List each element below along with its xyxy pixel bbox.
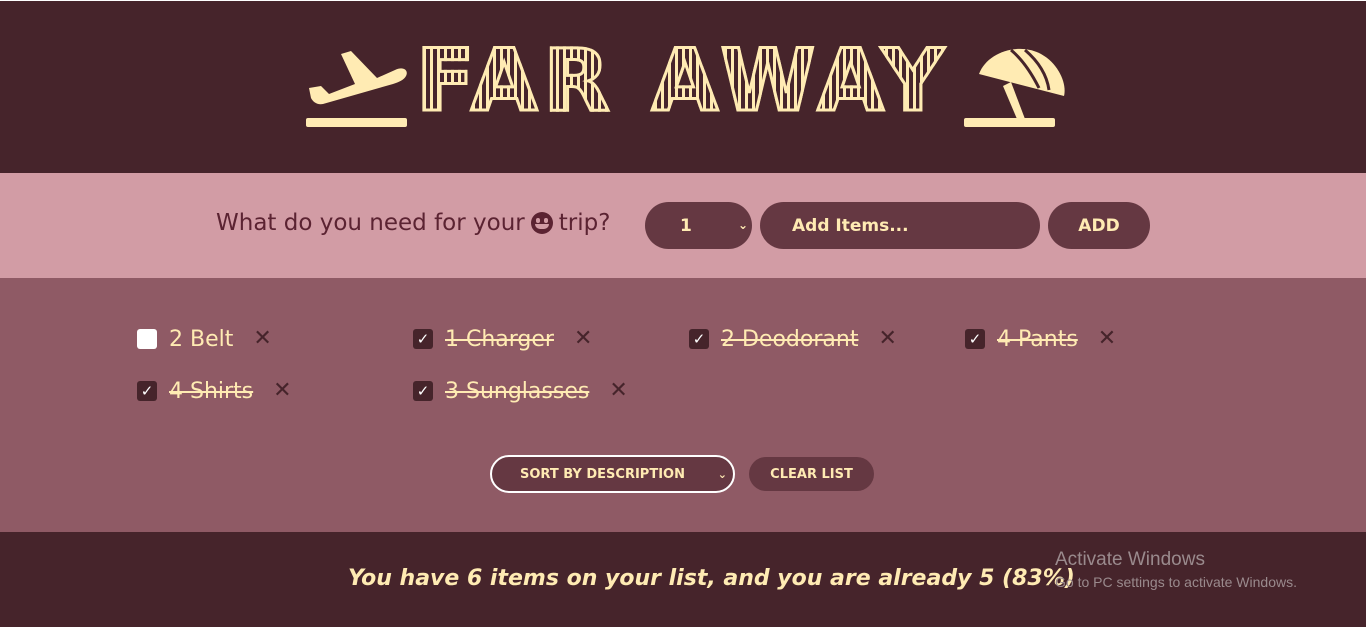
item-label: 2 Belt bbox=[169, 326, 234, 352]
question-text: What do you need for your bbox=[216, 210, 525, 236]
delete-icon[interactable]: ✕ bbox=[1098, 328, 1116, 350]
quantity-select[interactable]: 1 ⌄ bbox=[645, 202, 752, 249]
packing-list bbox=[0, 278, 1366, 532]
title-text: FAR AWAY bbox=[415, 30, 950, 131]
chevron-down-icon: ⌄ bbox=[717, 468, 727, 481]
item-checkbox[interactable]: ✓ bbox=[413, 381, 433, 401]
item-checkbox[interactable]: ✓ bbox=[137, 381, 157, 401]
chevron-down-icon: ⌄ bbox=[737, 218, 748, 232]
quantity-value: 1 bbox=[680, 215, 692, 236]
form-question: What do you need for your trip? bbox=[216, 210, 610, 236]
beach-umbrella-icon bbox=[964, 48, 1065, 127]
list-item: ✓ 1 Charger ✕ bbox=[413, 326, 592, 352]
app-title: FAR AWAY bbox=[0, 0, 1366, 173]
item-label: 3 Sunglasses bbox=[445, 378, 590, 404]
item-label: 1 Charger bbox=[445, 326, 554, 352]
delete-icon[interactable]: ✕ bbox=[253, 328, 271, 350]
airplane-departure-icon bbox=[306, 51, 407, 127]
activate-subtitle: Go to PC settings to activate Windows. bbox=[1055, 574, 1297, 590]
item-label: 2 Deodorant bbox=[721, 326, 859, 352]
sort-value: SORT BY DESCRIPTION bbox=[520, 466, 685, 482]
activate-title: Activate Windows bbox=[1055, 549, 1205, 570]
list-item: ✓ 4 Shirts ✕ bbox=[137, 378, 292, 404]
stats-text: You have 6 items on your list, and you a… bbox=[348, 566, 1075, 591]
add-button[interactable]: ADD bbox=[1048, 202, 1150, 249]
clear-list-button[interactable]: CLEAR LIST bbox=[749, 457, 874, 491]
question-suffix: trip? bbox=[558, 210, 611, 236]
smiling-face-icon bbox=[530, 212, 553, 234]
delete-icon[interactable]: ✕ bbox=[273, 380, 291, 402]
sort-select[interactable]: SORT BY DESCRIPTION ⌄ bbox=[490, 455, 735, 493]
item-label: 4 Pants bbox=[997, 326, 1078, 352]
activate-windows-watermark: Activate Windows Go to PC settings to ac… bbox=[1055, 549, 1297, 590]
delete-icon[interactable]: ✕ bbox=[878, 328, 896, 350]
item-checkbox[interactable]: ✓ bbox=[689, 329, 709, 349]
item-input[interactable]: Add Items... bbox=[760, 202, 1040, 249]
item-checkbox[interactable] bbox=[137, 329, 157, 349]
list-item: 2 Belt ✕ bbox=[137, 326, 272, 352]
list-item: ✓ 3 Sunglasses ✕ bbox=[413, 378, 628, 404]
item-input-placeholder: Add Items... bbox=[792, 215, 909, 236]
item-checkbox[interactable]: ✓ bbox=[413, 329, 433, 349]
delete-icon[interactable]: ✕ bbox=[574, 328, 592, 350]
item-checkbox[interactable]: ✓ bbox=[965, 329, 985, 349]
delete-icon[interactable]: ✕ bbox=[609, 380, 627, 402]
item-label: 4 Shirts bbox=[169, 378, 254, 404]
list-item: ✓ 4 Pants ✕ bbox=[965, 326, 1116, 352]
list-item: ✓ 2 Deodorant ✕ bbox=[689, 326, 897, 352]
